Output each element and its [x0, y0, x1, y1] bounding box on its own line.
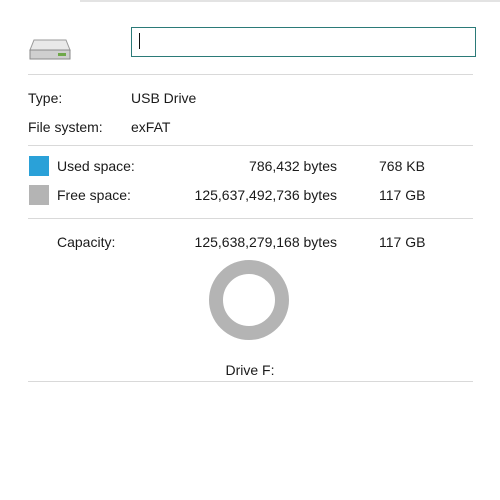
- used-space-bytes: 786,432 bytes: [249, 158, 337, 174]
- tab-strip-edge: [80, 0, 500, 2]
- text-cursor: [139, 33, 140, 49]
- type-value: USB Drive: [131, 90, 197, 106]
- file-system-value: exFAT: [131, 119, 171, 135]
- donut-free-segment: [209, 260, 289, 340]
- type-label: Type:: [28, 90, 63, 106]
- used-space-size: 768 KB: [379, 158, 425, 174]
- file-system-label: File system:: [28, 119, 103, 135]
- capacity-size: 117 GB: [379, 234, 426, 250]
- used-space-label: Used space:: [57, 158, 135, 174]
- capacity-bytes: 125,638,279,168 bytes: [194, 234, 337, 250]
- free-space-label: Free space:: [57, 187, 131, 203]
- disk-usage-donut: [209, 260, 289, 340]
- capacity-label: Capacity:: [57, 234, 116, 250]
- separator: [28, 381, 473, 382]
- separator: [28, 218, 473, 219]
- separator: [28, 145, 473, 146]
- drive-properties-panel: Type: USB Drive File system: exFAT Used …: [0, 0, 500, 500]
- used-space-swatch: [29, 156, 49, 176]
- drive-name-input[interactable]: [131, 27, 476, 57]
- free-space-swatch: [29, 185, 49, 205]
- separator: [28, 74, 473, 75]
- free-space-bytes: 125,637,492,736 bytes: [194, 187, 337, 203]
- usb-drive-icon: [29, 39, 71, 60]
- free-space-size: 117 GB: [379, 187, 426, 203]
- drive-letter-label: Drive F:: [225, 362, 275, 378]
